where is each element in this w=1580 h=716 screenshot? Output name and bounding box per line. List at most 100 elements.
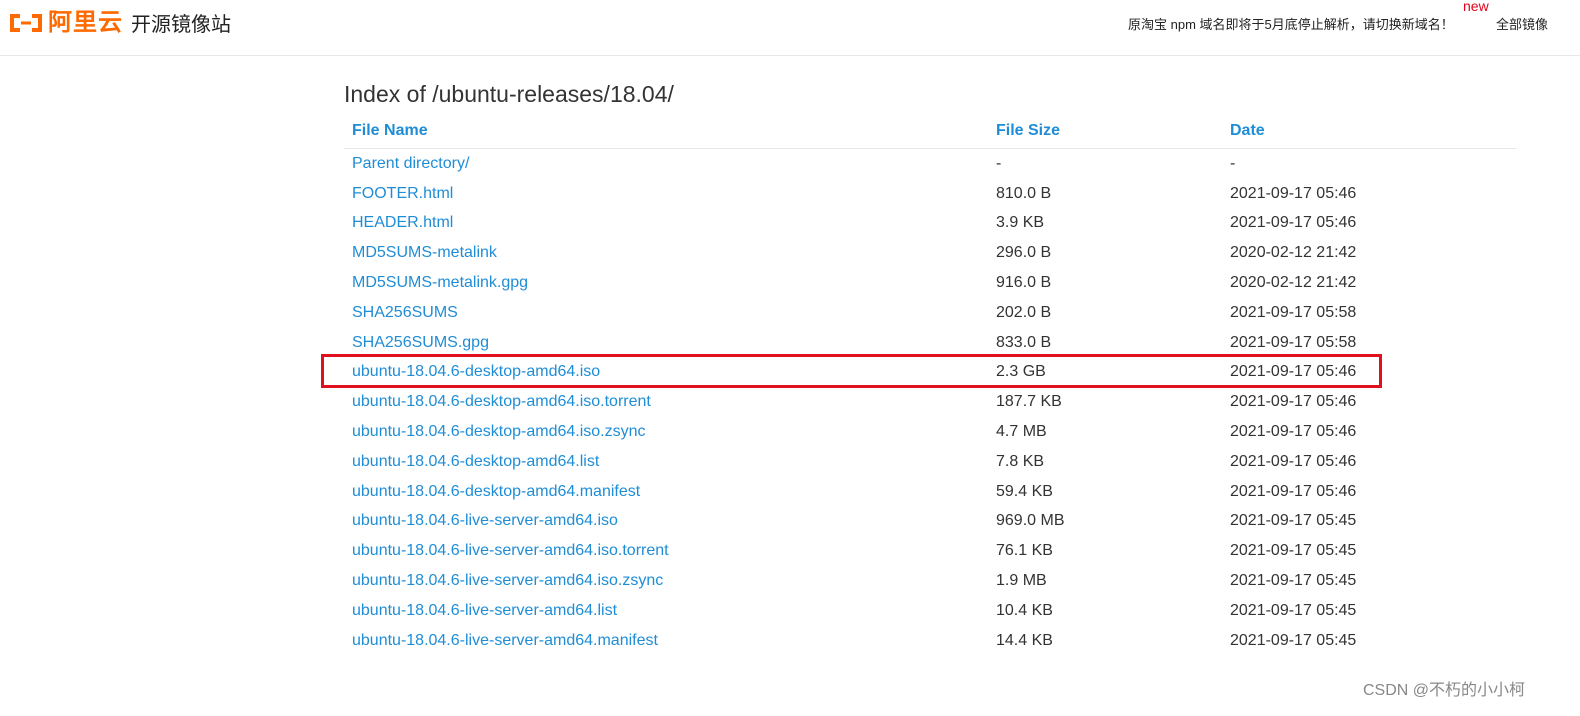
file-link[interactable]: SHA256SUMS.gpg	[352, 334, 489, 351]
file-size-cell: 202.0 B	[996, 303, 1052, 321]
table-row: Parent directory/ - -	[344, 149, 1516, 179]
file-link[interactable]: ubuntu-18.04.6-live-server-amd64.iso	[352, 512, 618, 529]
file-date-cell: 2021-09-17 05:45	[1230, 601, 1357, 619]
file-date-cell: 2021-09-17 05:46	[1230, 184, 1357, 202]
file-name-cell: ubuntu-18.04.6-desktop-amd64.manifest	[344, 477, 988, 507]
file-size-cell: 916.0 B	[996, 274, 1052, 292]
table-row: FOOTER.html 810.0 B 2021-09-17 05:46	[344, 179, 1516, 209]
table-row: ubuntu-18.04.6-desktop-amd64.manifest 59.…	[344, 477, 1516, 507]
file-link[interactable]: ubuntu-18.04.6-desktop-amd64.iso	[352, 363, 600, 380]
file-date-cell: 2020-02-12 21:42	[1230, 274, 1357, 292]
csdn-watermark: CSDN @不朽的小小柯	[1363, 682, 1526, 699]
file-name-cell: ubuntu-18.04.6-live-server-amd64.list	[344, 596, 988, 626]
table-header-row: File Name File Size Date	[344, 114, 1516, 149]
file-link[interactable]: ubuntu-18.04.6-desktop-amd64.list	[352, 453, 599, 470]
file-name-cell: SHA256SUMS.gpg	[344, 328, 988, 358]
file-name-cell: SHA256SUMS	[344, 298, 988, 328]
file-date-cell: 2021-09-17 05:58	[1230, 303, 1357, 321]
column-header-file-name: File Name	[344, 114, 988, 149]
file-size-cell: 4.7 MB	[996, 423, 1047, 441]
site-title[interactable]: 开源镜像站	[131, 11, 231, 39]
file-name-cell: HEADER.html	[344, 209, 988, 239]
column-header-date: Date	[1222, 114, 1516, 149]
table-row: ubuntu-18.04.6-live-server-amd64.iso.zsy…	[344, 566, 1516, 596]
file-link[interactable]: ubuntu-18.04.6-live-server-amd64.manifes…	[352, 632, 658, 649]
file-date-cell: 2021-09-17 05:45	[1230, 542, 1357, 560]
file-size-cell: 969.0 MB	[996, 512, 1065, 530]
column-header-file-size: File Size	[988, 114, 1222, 149]
file-link[interactable]: ubuntu-18.04.6-desktop-amd64.iso.torrent	[352, 393, 651, 410]
table-row: ubuntu-18.04.6-live-server-amd64.manifes…	[344, 626, 1516, 656]
file-listing-table: File Name File Size Date Parent director…	[344, 114, 1516, 656]
table-row: ubuntu-18.04.6-live-server-amd64.list 10.…	[344, 596, 1516, 626]
file-date-cell: 2021-09-17 05:45	[1230, 631, 1357, 649]
file-name-cell: ubuntu-18.04.6-live-server-amd64.iso	[344, 507, 988, 537]
parent-directory-link[interactable]: Parent directory/	[352, 155, 469, 172]
file-link[interactable]: ubuntu-18.04.6-desktop-amd64.manifest	[352, 483, 640, 500]
table-row: MD5SUMS-metalink 296.0 B 2020-02-12 21:42	[344, 238, 1516, 268]
file-name-cell: ubuntu-18.04.6-desktop-amd64.iso.zsync	[344, 417, 988, 447]
page-title: Index of /ubuntu-releases/18.04/	[344, 81, 674, 107]
file-link[interactable]: SHA256SUMS	[352, 304, 458, 321]
file-size-cell: 1.9 MB	[996, 572, 1047, 590]
file-date-cell: 2021-09-17 05:46	[1230, 393, 1357, 411]
file-date-cell: 2021-09-17 05:46	[1230, 363, 1357, 381]
file-date-cell: 2021-09-17 05:46	[1230, 452, 1357, 470]
file-size-cell: 3.9 KB	[996, 214, 1045, 232]
file-date-cell: 2021-09-17 05:46	[1230, 423, 1357, 441]
file-name-cell: MD5SUMS-metalink	[344, 238, 988, 268]
file-size-cell: 810.0 B	[996, 184, 1052, 202]
file-name-cell: ubuntu-18.04.6-desktop-amd64.iso	[344, 358, 988, 388]
table-row: SHA256SUMS.gpg 833.0 B 2021-09-17 05:58	[344, 328, 1516, 358]
file-size-cell: 7.8 KB	[996, 452, 1045, 470]
top-navigation-bar: 阿里云 开源镜像站 原淘宝 npm 域名即将于5月底停止解析，请切换新域名！ n…	[0, 0, 1580, 56]
file-size-cell: 59.4 KB	[996, 482, 1053, 500]
table-row: ubuntu-18.04.6-desktop-amd64.iso.zsync 4.…	[344, 417, 1516, 447]
file-date-cell: 2021-09-17 05:46	[1230, 482, 1357, 500]
file-size-cell: 187.7 KB	[996, 393, 1062, 411]
file-size-cell: 14.4 KB	[996, 631, 1053, 649]
file-link[interactable]: FOOTER.html	[352, 185, 453, 202]
file-date-cell: 2021-09-17 05:45	[1230, 572, 1357, 590]
file-date-cell: 2021-09-17 05:58	[1230, 333, 1357, 351]
file-size-cell: 76.1 KB	[996, 542, 1053, 560]
file-date-cell: 2020-02-12 21:42	[1230, 244, 1357, 262]
table-row: ubuntu-18.04.6-live-server-amd64.iso.tor…	[344, 536, 1516, 566]
file-size-cell: 833.0 B	[996, 333, 1052, 351]
table-row: ubuntu-18.04.6-desktop-amd64.iso 2.3 GB 20…	[344, 358, 1516, 388]
table-row: ubuntu-18.04.6-live-server-amd64.iso 969.…	[344, 507, 1516, 537]
table-row: MD5SUMS-metalink.gpg 916.0 B 2020-02-12 21…	[344, 268, 1516, 298]
file-size-cell: 2.3 GB	[996, 363, 1046, 381]
file-link[interactable]: MD5SUMS-metalink	[352, 244, 497, 261]
file-size-cell: -	[996, 154, 1002, 172]
file-name-cell: ubuntu-18.04.6-desktop-amd64.iso.torrent	[344, 387, 988, 417]
file-date-cell: 2021-09-17 05:46	[1230, 214, 1357, 232]
file-size-cell: 10.4 KB	[996, 601, 1053, 619]
file-date-cell: -	[1230, 154, 1236, 172]
new-badge: new	[1463, 0, 1489, 14]
file-date-cell: 2021-09-17 05:45	[1230, 512, 1357, 530]
file-link[interactable]: ubuntu-18.04.6-live-server-amd64.iso.tor…	[352, 542, 669, 559]
table-row: ubuntu-18.04.6-desktop-amd64.list 7.8 KB 2…	[344, 447, 1516, 477]
file-name-cell: FOOTER.html	[344, 179, 988, 209]
file-link[interactable]: ubuntu-18.04.6-live-server-amd64.list	[352, 602, 617, 619]
file-name-cell: ubuntu-18.04.6-live-server-amd64.manifes…	[344, 626, 988, 656]
table-row: ubuntu-18.04.6-desktop-amd64.iso.torrent…	[344, 387, 1516, 417]
file-name-cell: ubuntu-18.04.6-live-server-amd64.iso.tor…	[344, 536, 988, 566]
table-row: SHA256SUMS 202.0 B 2021-09-17 05:58	[344, 298, 1516, 328]
aliyun-logo-icon	[8, 12, 44, 34]
file-size-cell: 296.0 B	[996, 244, 1052, 262]
aliyun-logo[interactable]: 阿里云	[8, 8, 123, 38]
file-name-cell: ubuntu-18.04.6-desktop-amd64.list	[344, 447, 988, 477]
file-link[interactable]: MD5SUMS-metalink.gpg	[352, 274, 528, 291]
file-link[interactable]: ubuntu-18.04.6-desktop-amd64.iso.zsync	[352, 423, 646, 440]
file-name-cell: ubuntu-18.04.6-live-server-amd64.iso.zsy…	[344, 566, 988, 596]
npm-domain-notice-link[interactable]: 原淘宝 npm 域名即将于5月底停止解析，请切换新域名！	[1128, 16, 1454, 34]
file-name-cell: Parent directory/	[344, 149, 988, 179]
table-row: HEADER.html 3.9 KB 2021-09-17 05:46	[344, 209, 1516, 239]
logo-text: 阿里云	[48, 9, 123, 36]
file-name-cell: MD5SUMS-metalink.gpg	[344, 268, 988, 298]
file-link[interactable]: ubuntu-18.04.6-live-server-amd64.iso.zsy…	[352, 572, 663, 589]
file-link[interactable]: HEADER.html	[352, 214, 453, 231]
all-mirrors-link[interactable]: 全部镜像	[1496, 16, 1548, 34]
